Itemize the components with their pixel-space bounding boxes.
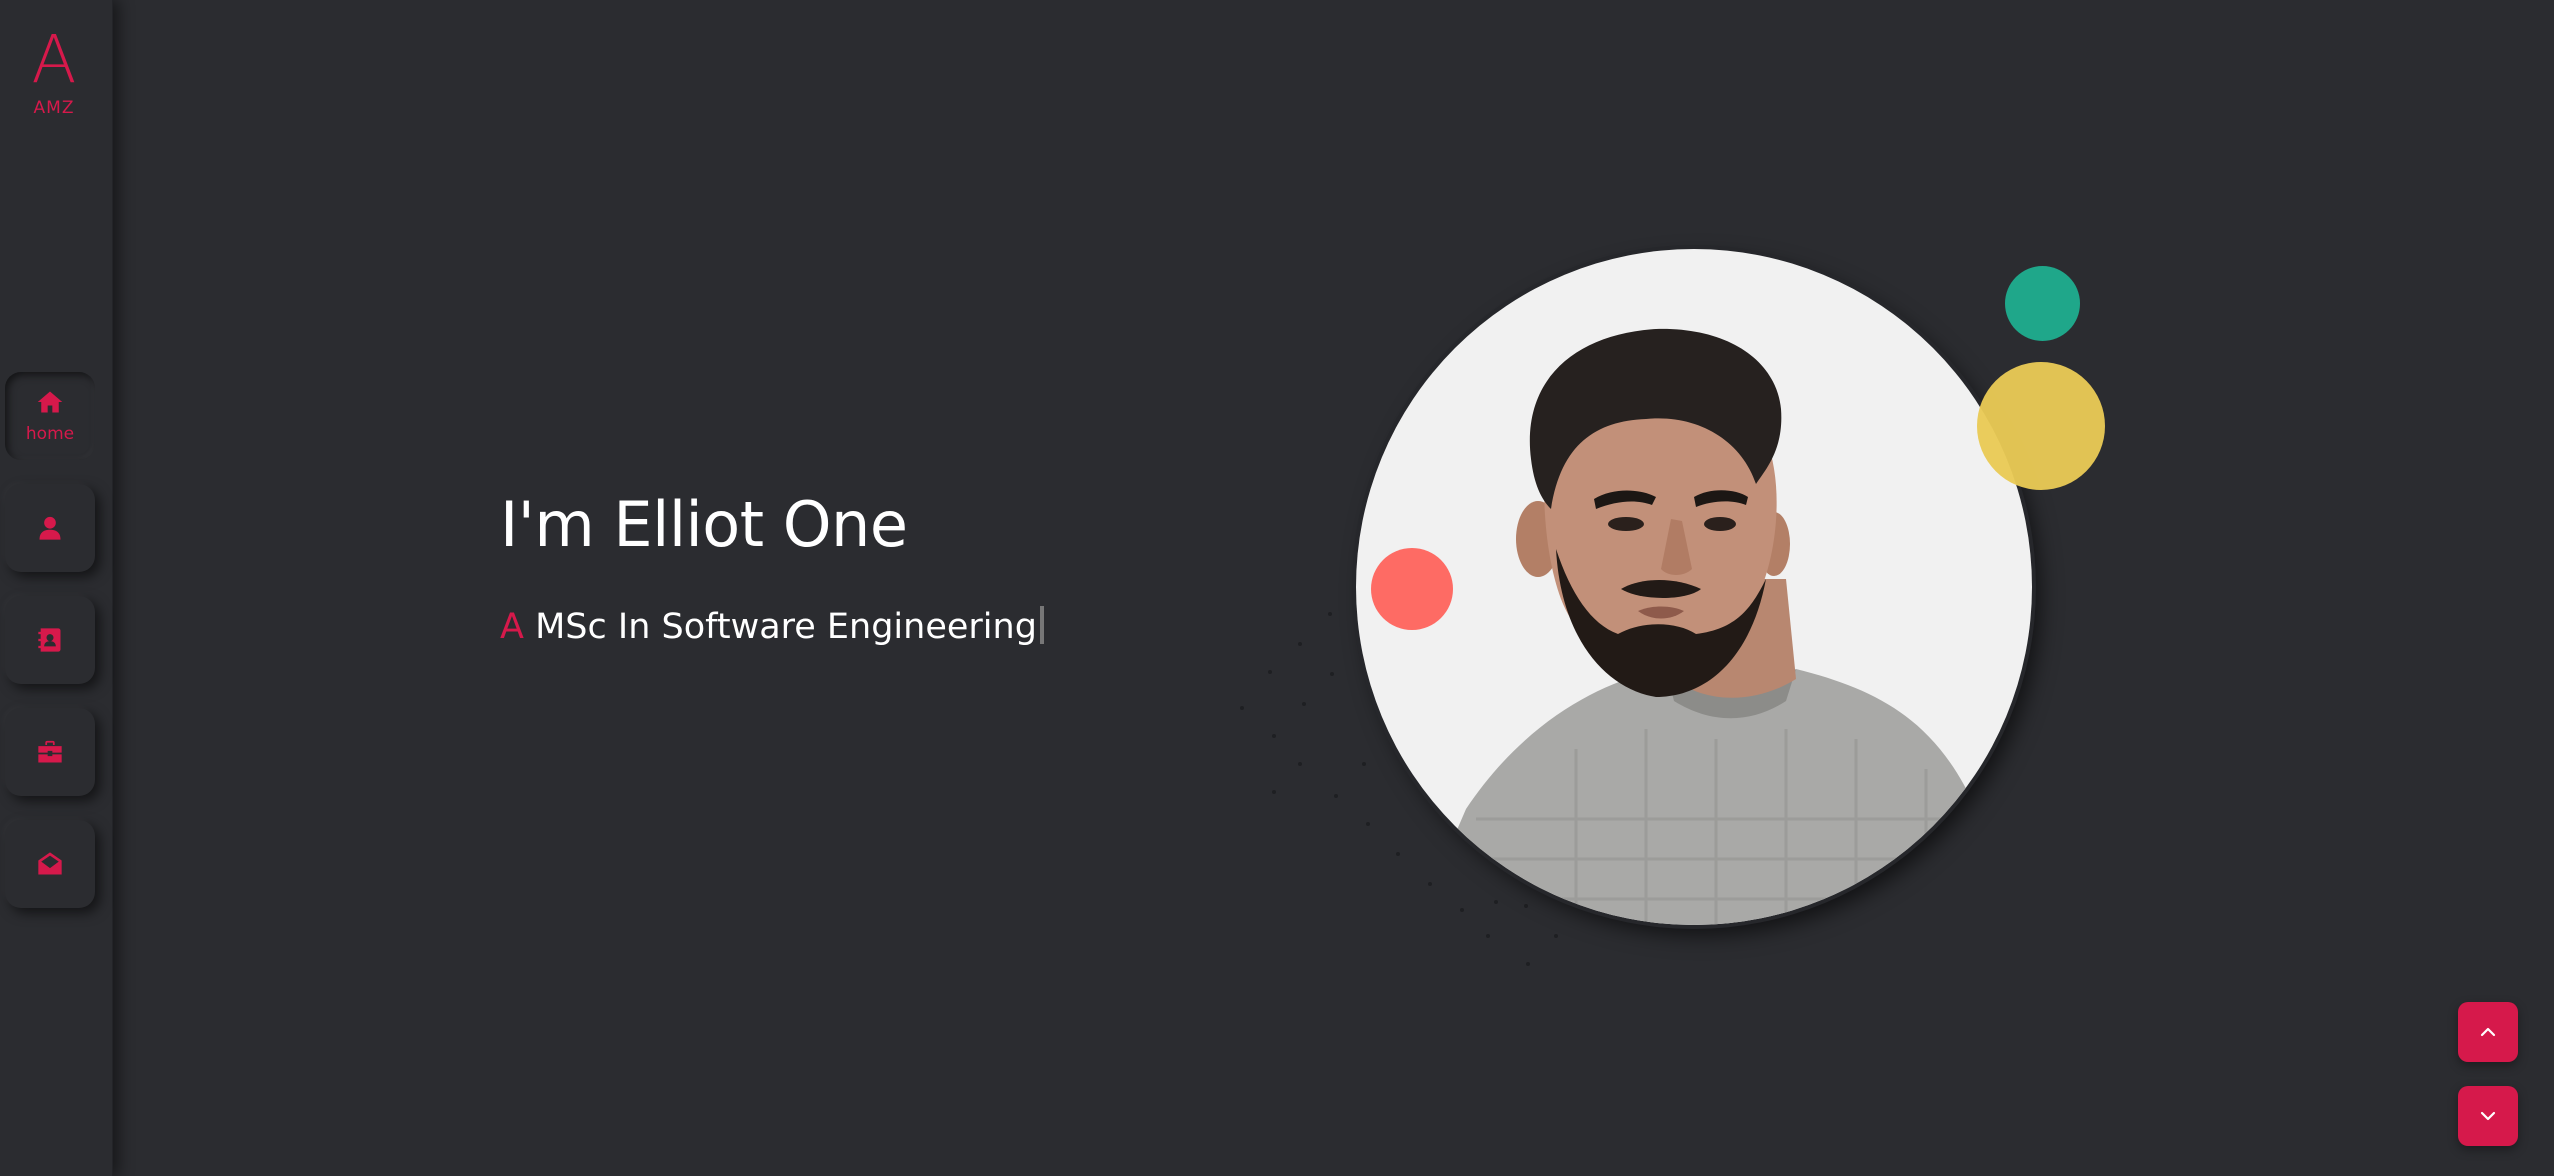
profile-photo <box>1356 249 2032 925</box>
briefcase-icon <box>38 740 62 763</box>
hero-subtitle-text: MSc In Software Engineering <box>535 607 1037 647</box>
nav-portfolio-button[interactable] <box>5 708 95 796</box>
nav-mail-button[interactable] <box>5 820 95 908</box>
scroll-down-button[interactable] <box>2458 1086 2518 1146</box>
logo-subtitle: AMZ <box>33 98 75 118</box>
logo[interactable]: A AMZ <box>0 21 108 119</box>
nav-home-button[interactable]: home <box>5 372 95 460</box>
nav-home-label: home <box>25 424 75 444</box>
hero-subtitle-prefix: A <box>500 607 524 647</box>
teal-circle-decoration <box>2005 266 2080 341</box>
logo-letter: A <box>31 21 77 98</box>
chevron-down-icon <box>2480 1111 2496 1121</box>
scroll-up-button[interactable] <box>2458 1002 2518 1062</box>
hero-name: I'm Elliot One <box>500 488 908 561</box>
address-book-icon <box>38 628 61 652</box>
nav-about-button[interactable] <box>5 484 95 572</box>
typing-cursor <box>1039 606 1044 644</box>
user-icon <box>39 516 61 540</box>
chevron-up-icon <box>2480 1027 2496 1037</box>
coral-circle-decoration <box>1371 548 1453 630</box>
home-icon <box>37 391 63 413</box>
yellow-circle-decoration <box>1977 362 2105 490</box>
profile-portrait-image <box>1416 328 2016 925</box>
hero-subtitle: A MSc In Software Engineering <box>500 606 1044 647</box>
nav-contact-book-button[interactable] <box>5 596 95 684</box>
sidebar: A AMZ home <box>0 0 113 1176</box>
envelope-open-icon <box>38 852 62 875</box>
